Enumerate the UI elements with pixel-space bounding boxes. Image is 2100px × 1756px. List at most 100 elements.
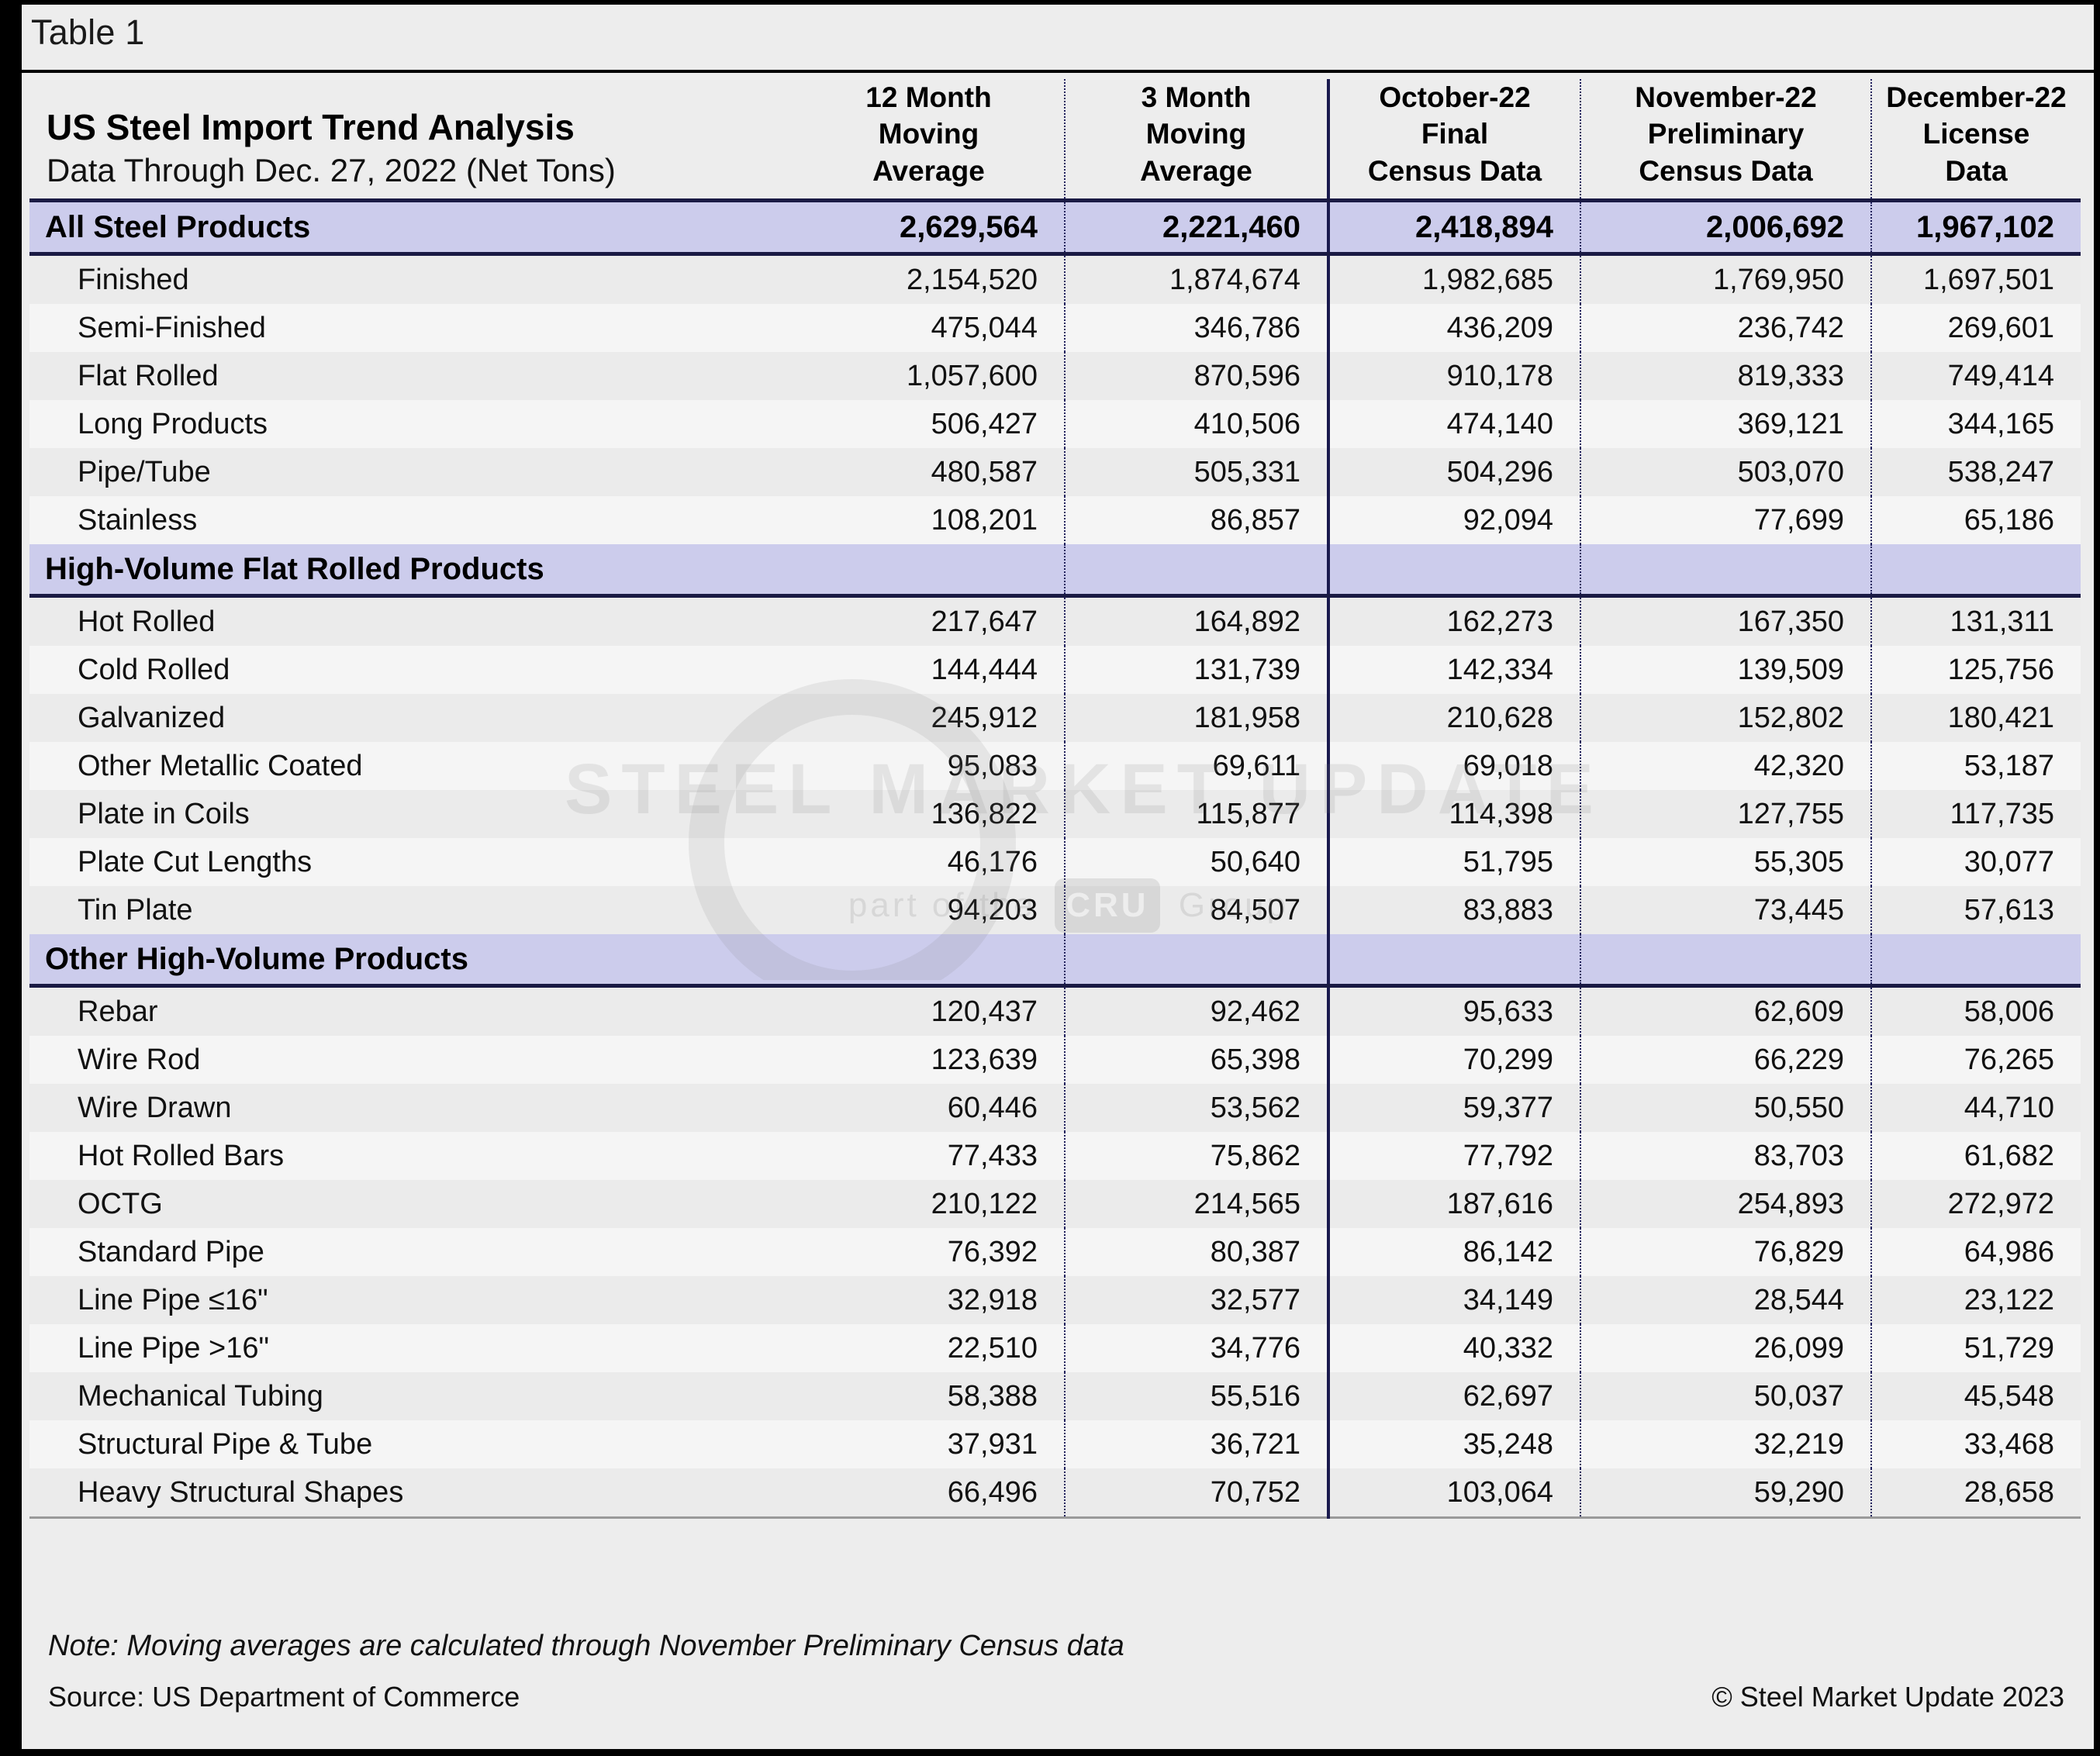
cell-value: 76,265 <box>1870 1036 2081 1085</box>
row-label: Rebar <box>29 985 793 1037</box>
row-label: Heavy Structural Shapes <box>29 1468 793 1520</box>
cell-value: 123,639 <box>793 1036 1065 1085</box>
col4-line3: Data <box>1945 154 2008 187</box>
table-footer: Note: Moving averages are calculated thr… <box>29 1622 2086 1738</box>
cell-value: 1,697,501 <box>1870 254 2081 305</box>
cell-value: 505,331 <box>1064 448 1328 497</box>
cell-value: 86,857 <box>1064 496 1328 545</box>
cell-value: 62,609 <box>1580 985 1871 1037</box>
cell-value: 75,862 <box>1064 1132 1328 1181</box>
cell-value: 77,792 <box>1327 1132 1580 1181</box>
row-label: Semi-Finished <box>29 304 793 353</box>
cell-value: 64,986 <box>1870 1228 2081 1277</box>
cell-value: 80,387 <box>1064 1228 1328 1277</box>
page-root: Table 1 STEEL MARKET UPDATE part of the … <box>0 0 2100 1756</box>
group-label: All Steel Products <box>29 200 793 257</box>
cell-value: 55,305 <box>1580 838 1871 887</box>
cell-value: 217,647 <box>793 595 1065 647</box>
cell-value: 475,044 <box>793 304 1065 353</box>
table-caption: Table 1 <box>31 12 145 52</box>
cell-value: 34,776 <box>1064 1324 1328 1373</box>
cell-value: 538,247 <box>1870 448 2081 497</box>
cell-value: 115,877 <box>1064 790 1328 839</box>
table-row: Pipe/Tube 480,587 505,331 504,296 503,070 538… <box>29 448 2081 497</box>
cell-value: 436,209 <box>1327 304 1580 353</box>
cell-value: 108,201 <box>793 496 1065 545</box>
cell-value: 73,445 <box>1580 886 1871 935</box>
table-row: Wire Rod 123,639 65,398 70,299 66,229 76,265 <box>29 1036 2081 1085</box>
cell-value: 86,142 <box>1327 1228 1580 1277</box>
steel-import-table: US Steel Import Trend Analysis Data Thro… <box>29 79 2081 1520</box>
row-label: Hot Rolled Bars <box>29 1132 793 1181</box>
col2-line1: October-22 <box>1379 81 1531 113</box>
group-label: High-Volume Flat Rolled Products <box>29 544 793 599</box>
cell-value: 37,931 <box>793 1420 1065 1469</box>
cell-value: 50,037 <box>1580 1372 1871 1421</box>
cell-value: 870,596 <box>1064 352 1328 401</box>
row-label: Plate Cut Lengths <box>29 838 793 887</box>
row-label: Pipe/Tube <box>29 448 793 497</box>
row-label: Mechanical Tubing <box>29 1372 793 1421</box>
table-row: Long Products 506,427 410,506 474,140 369,12… <box>29 400 2081 449</box>
cell-value: 66,229 <box>1580 1036 1871 1085</box>
col0-line3: Average <box>872 154 985 187</box>
cell-value: 1,874,674 <box>1064 254 1328 305</box>
source-line: Source: US Department of Commerce <box>48 1681 520 1713</box>
table-group-row: High-Volume Flat Rolled Products <box>29 544 2081 599</box>
table-row: Line Pipe ≤16" 32,918 32,577 34,149 28,544 23… <box>29 1276 2081 1325</box>
cell-value: 181,958 <box>1064 694 1328 743</box>
group-label: Other High-Volume Products <box>29 934 793 988</box>
cell-value: 506,427 <box>793 400 1065 449</box>
row-label: Flat Rolled <box>29 352 793 401</box>
cell-value <box>793 934 1065 988</box>
cell-value: 46,176 <box>793 838 1065 887</box>
cell-value: 35,248 <box>1327 1420 1580 1469</box>
cell-value: 60,446 <box>793 1084 1065 1133</box>
cell-value: 34,149 <box>1327 1276 1580 1325</box>
cell-value: 164,892 <box>1064 595 1328 647</box>
col2-line2: Final <box>1421 118 1489 150</box>
row-label: Plate in Coils <box>29 790 793 839</box>
cell-value: 236,742 <box>1580 304 1871 353</box>
cell-value: 62,697 <box>1327 1372 1580 1421</box>
cell-value: 480,587 <box>793 448 1065 497</box>
cell-value: 51,729 <box>1870 1324 2081 1373</box>
table-row: Structural Pipe & Tube 37,931 36,721 35,248… <box>29 1420 2081 1469</box>
row-label: Other Metallic Coated <box>29 742 793 791</box>
table-row: Tin Plate 94,203 84,507 83,883 73,445 57,613 <box>29 886 2081 935</box>
col1-line3: Average <box>1140 154 1252 187</box>
table-row: Hot Rolled Bars 77,433 75,862 77,792 83,703 6… <box>29 1132 2081 1181</box>
cell-value: 58,388 <box>793 1372 1065 1421</box>
table-header-row: US Steel Import Trend Analysis Data Thro… <box>29 79 2081 203</box>
column-header-november-22-preliminary-census: November-22 Preliminary Census Data <box>1580 79 1871 203</box>
cell-value: 28,658 <box>1870 1468 2081 1520</box>
column-header-october-22-final-census: October-22 Final Census Data <box>1327 79 1580 203</box>
cell-value: 410,506 <box>1064 400 1328 449</box>
row-label: Wire Drawn <box>29 1084 793 1133</box>
cell-value: 120,437 <box>793 985 1065 1037</box>
cell-value: 45,548 <box>1870 1372 2081 1421</box>
page-subtitle: Data Through Dec. 27, 2022 (Net Tons) <box>47 151 616 188</box>
cell-value: 66,496 <box>793 1468 1065 1520</box>
cell-value: 53,187 <box>1870 742 2081 791</box>
table-row: Wire Drawn 60,446 53,562 59,377 50,550 44,710 <box>29 1084 2081 1133</box>
cell-value: 167,350 <box>1580 595 1871 647</box>
cell-value: 369,121 <box>1580 400 1871 449</box>
cell-value: 65,186 <box>1870 496 2081 545</box>
cell-value: 95,083 <box>793 742 1065 791</box>
table-row: Plate in Coils 136,822 115,877 114,398 127,7… <box>29 790 2081 839</box>
cell-value: 819,333 <box>1580 352 1871 401</box>
cell-value: 117,735 <box>1870 790 2081 839</box>
row-label: Galvanized <box>29 694 793 743</box>
table-row: Stainless 108,201 86,857 92,094 77,699 65,186 <box>29 496 2081 545</box>
cell-value: 1,769,950 <box>1580 254 1871 305</box>
row-label: Wire Rod <box>29 1036 793 1085</box>
cell-value: 749,414 <box>1870 352 2081 401</box>
cell-value: 2,418,894 <box>1327 200 1580 257</box>
table-caption-area: Table 1 <box>22 5 2094 73</box>
cell-value: 2,006,692 <box>1580 200 1871 257</box>
table-row: Heavy Structural Shapes 66,496 70,752 103,0… <box>29 1468 2081 1520</box>
col3-line1: November-22 <box>1635 81 1817 113</box>
row-label: OCTG <box>29 1180 793 1229</box>
column-header-december-22-license-data: December-22 License Data <box>1870 79 2081 203</box>
